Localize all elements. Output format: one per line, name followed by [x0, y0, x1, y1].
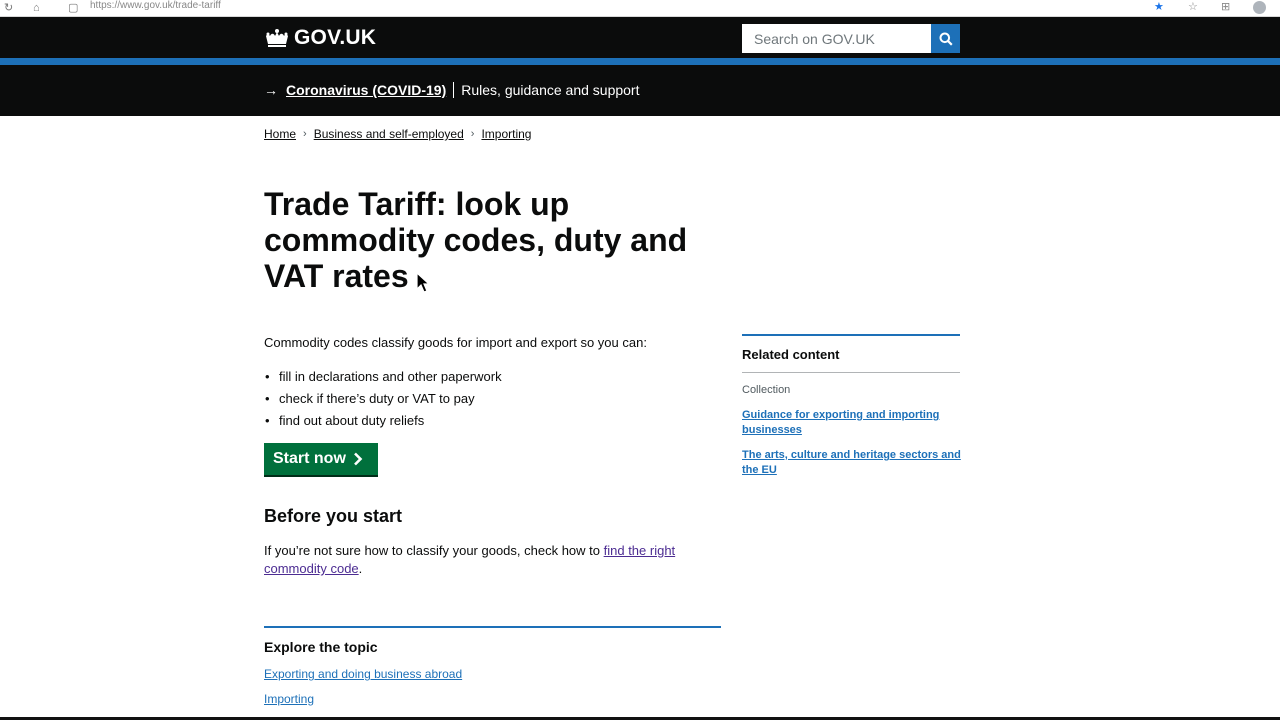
search-icon	[939, 32, 953, 46]
reload-icon[interactable]: ↻	[4, 1, 13, 15]
address-bar[interactable]: https://www.gov.uk/trade-tariff	[90, 0, 221, 12]
page-info-icon[interactable]: ▢	[68, 1, 78, 15]
covid-subtext: Rules, guidance and support	[461, 82, 640, 98]
explore-divider	[264, 626, 721, 628]
favorites-icon[interactable]: ☆	[1188, 0, 1198, 14]
logo-text: GOV.UK	[294, 26, 377, 49]
chevron-right-icon	[353, 452, 363, 466]
chevron-right-icon: ›	[470, 128, 475, 140]
explore-heading: Explore the topic	[264, 639, 378, 655]
search-button[interactable]	[931, 24, 960, 53]
collections-icon[interactable]: ⊞	[1221, 0, 1230, 14]
bullet-list: fill in declarations and other paperwork…	[264, 366, 502, 432]
related-divider	[742, 334, 960, 336]
before-text-end: .	[358, 561, 363, 576]
explore-link-importing[interactable]: Importing	[264, 692, 314, 707]
breadcrumb-importing[interactable]: Importing	[481, 127, 531, 142]
related-content-heading: Related content	[742, 347, 840, 362]
related-thin-divider	[742, 372, 960, 373]
covid-banner: → Coronavirus (COVID-19) Rules, guidance…	[0, 65, 1280, 116]
list-item: fill in declarations and other paperwork	[264, 366, 502, 388]
chevron-right-icon: ›	[303, 128, 307, 140]
covid-divider	[453, 82, 455, 98]
page-title: Trade Tariff: look up commodity codes, d…	[264, 186, 688, 294]
before-you-start-heading: Before you start	[264, 506, 403, 526]
collection-label: Collection	[742, 384, 791, 396]
start-now-label: Start now	[273, 450, 346, 467]
search-input[interactable]	[742, 24, 932, 53]
list-item: find out about duty reliefs	[264, 410, 502, 432]
breadcrumb-home[interactable]: Home	[264, 127, 296, 142]
start-now-button[interactable]: Start now	[264, 443, 378, 475]
mouse-cursor-icon	[416, 272, 431, 293]
before-you-start-text: If you’re not sure how to classify your …	[264, 542, 704, 578]
related-link-guidance[interactable]: Guidance for exporting and importing bus…	[742, 408, 962, 438]
crown-icon	[266, 29, 288, 47]
govuk-header: GOV.UK	[0, 17, 1280, 58]
before-text-lead: If you’re not sure how to classify your …	[264, 543, 604, 558]
arrow-right-icon: →	[264, 82, 278, 98]
bookmark-star-icon[interactable]: ★	[1154, 0, 1164, 14]
breadcrumb-business[interactable]: Business and self-employed	[314, 127, 464, 142]
breadcrumb: Home › Business and self-employed › Impo…	[264, 127, 531, 142]
covid-link[interactable]: Coronavirus (COVID-19)	[286, 81, 446, 99]
intro-text: Commodity codes classify goods for impor…	[264, 335, 647, 350]
govuk-logo-link[interactable]: GOV.UK	[264, 26, 376, 50]
explore-link-exporting[interactable]: Exporting and doing business abroad	[264, 667, 462, 682]
header-blue-rule	[0, 58, 1280, 65]
profile-avatar[interactable]	[1253, 1, 1266, 14]
list-item: check if there’s duty or VAT to pay	[264, 388, 502, 410]
home-icon[interactable]: ⌂	[33, 1, 40, 15]
related-link-arts[interactable]: The arts, culture and heritage sectors a…	[742, 448, 962, 478]
browser-toolbar: ↻ ⌂ ▢ https://www.gov.uk/trade-tariff ★ …	[0, 0, 1280, 17]
